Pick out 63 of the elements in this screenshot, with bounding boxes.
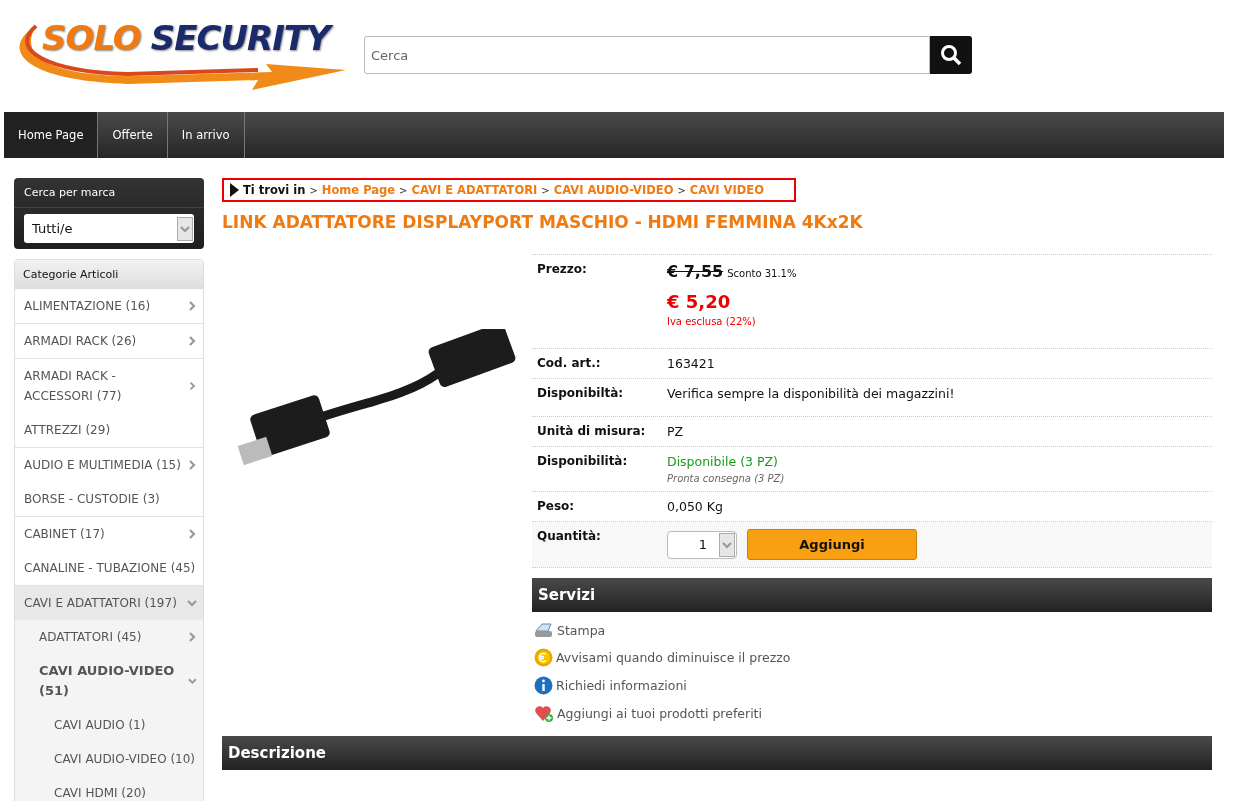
chevron-down-icon [188,676,197,686]
nav-tab[interactable]: In arrivo [167,112,245,158]
chevron-down-icon [187,598,197,608]
old-price: € 7,55 [667,262,724,281]
search-button[interactable] [930,36,972,74]
breadcrumb-separator: > [399,184,408,196]
chevron-right-icon [187,336,197,346]
availability-status: Disponibile (3 PZ) [667,454,779,469]
category-link[interactable]: CAVI AUDIO-VIDEO (51) [15,654,203,708]
service-link[interactable]: Avvisami quando diminuisce il prezzo [534,648,1210,667]
detail-value: Verifica sempre la disponibilità dei magazzini! [667,386,956,401]
detail-label: Unità di misura: [537,424,647,439]
detail-label: Disponibiltà: [537,386,625,402]
detail-label: Cod. art.: [537,356,602,371]
category-link[interactable]: ADATTATORI (45) [15,620,203,654]
delivery-note: Pronta consegna (3 PZ) [667,473,786,484]
heart-plus-icon [534,704,554,723]
service-link[interactable]: Richiedi informazioni [534,676,1210,695]
detail-label: Quantità: [537,529,602,545]
breadcrumb-separator: > [677,184,686,196]
search-field[interactable]: Cerca [364,36,930,74]
triangle-icon [230,183,239,197]
chevron-right-icon [187,460,197,470]
search-icon [940,44,962,66]
section-header: Servizi [532,578,1212,612]
panel-title: Categorie Articoli [15,260,203,289]
nav-tab[interactable]: Home Page [4,112,99,158]
price: € 5,20 [667,291,732,312]
category-link[interactable]: CAVI E ADATTATORI (197) [15,585,203,620]
breadcrumb-separator: > [541,184,550,196]
chevron-right-icon [188,381,197,391]
breadcrumb-label: Ti trovi in [243,183,306,197]
panel-title: Cerca per marca [14,178,204,208]
service-link[interactable]: Stampa [534,621,1210,639]
detail-label: Disponibilità: [537,454,629,470]
chevron-right-icon [187,301,197,311]
category-link[interactable]: CAVI HDMI (20) [15,776,203,801]
section-header: Descrizione [222,736,1212,770]
category-link[interactable]: CAVI AUDIO (1) [15,708,203,742]
chevron-right-icon [187,529,197,539]
detail-label: Prezzo: [537,262,588,278]
product-title: LINK ADATTATORE DISPLAYPORT MASCHIO - HDMI FEMMINA 4Kx2K [222,212,864,232]
nav-tab[interactable]: Offerte [98,112,168,158]
printer-icon [534,621,554,639]
service-link[interactable]: Aggiungi ai tuoi prodotti preferiti [534,704,1210,723]
add-to-cart-button[interactable]: Aggiungi [747,529,917,560]
detail-label: Peso: [537,499,576,514]
info-icon [534,676,553,695]
euro-coin-icon [534,648,553,667]
detail-value: 163421 [667,356,716,371]
vat-note: Iva esclusa (22%) [667,316,757,327]
logo[interactable]: SOLO SECURITY [8,10,348,94]
brand-select[interactable]: Tutti/e [24,214,194,243]
detail-value: PZ [667,424,685,439]
breadcrumb-separator: > [309,184,318,196]
logo-text: SOLO [42,18,141,58]
caret-icon [722,539,732,550]
caret-icon [180,223,190,234]
chevron-right-icon [187,632,197,642]
detail-value: 0,050 Kg [667,499,724,514]
category-link[interactable]: CAVI AUDIO-VIDEO (10) [15,742,203,776]
discount-text: Sconto 31.1% [727,268,797,279]
quantity-select[interactable]: 1 [667,530,737,559]
